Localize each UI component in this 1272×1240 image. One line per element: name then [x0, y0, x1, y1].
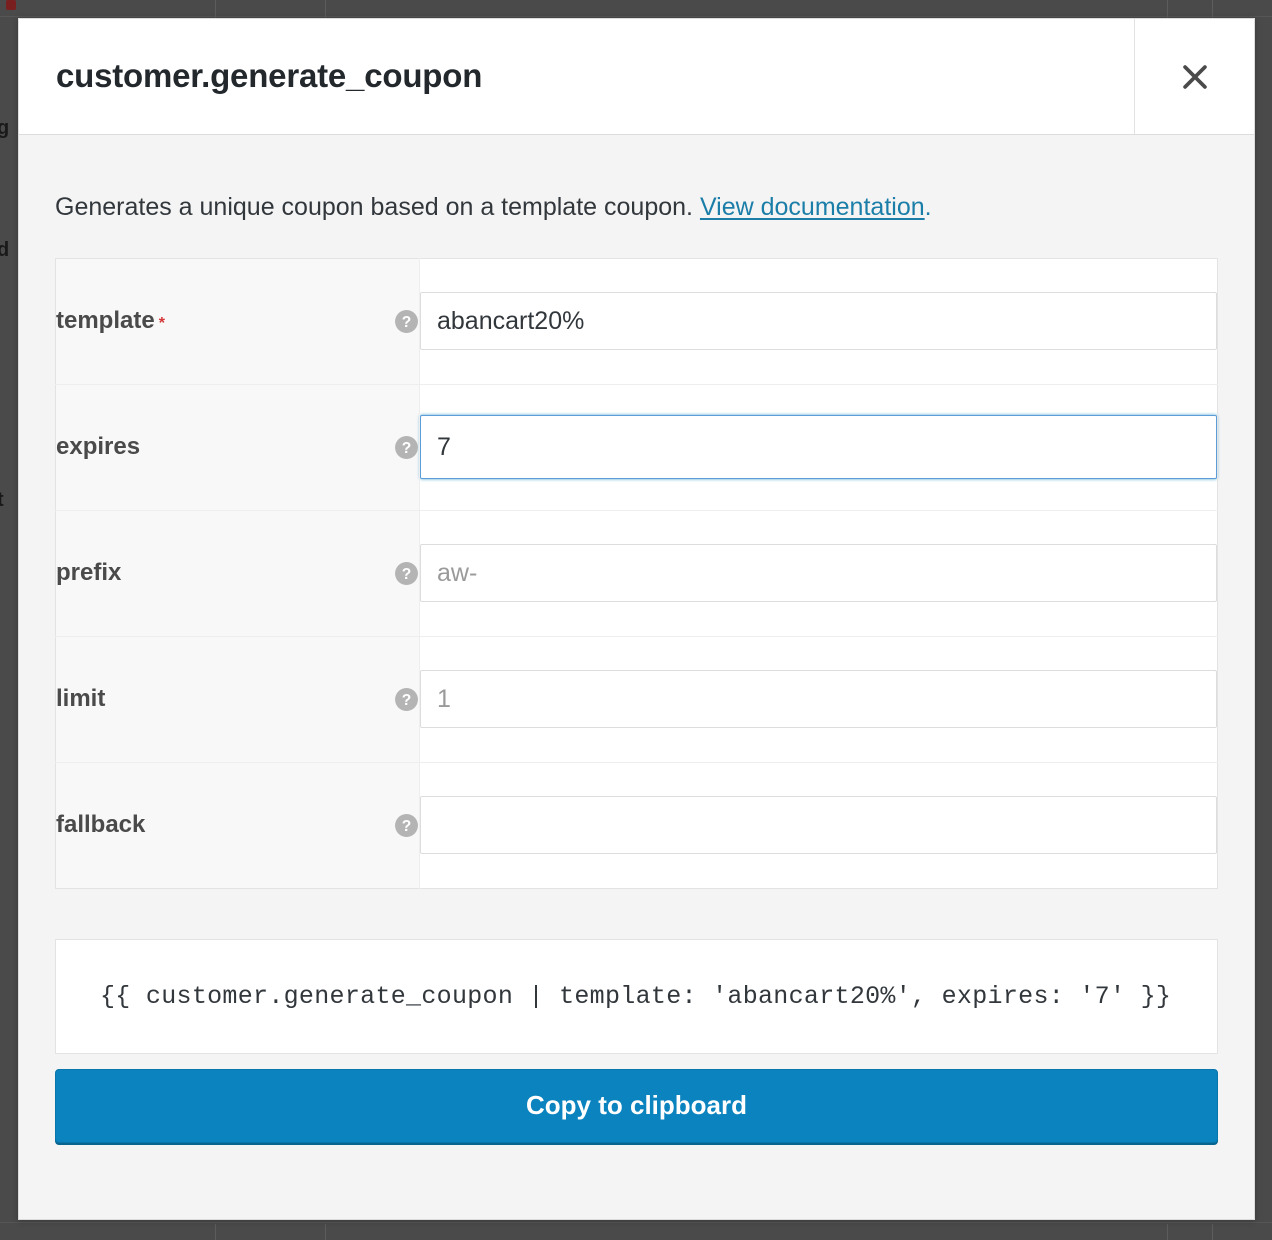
svg-text:?: ?	[402, 817, 412, 834]
backdrop-divider	[1167, 0, 1168, 18]
param-label-template: template	[56, 307, 155, 334]
param-input-cell-fallback	[420, 762, 1218, 888]
backdrop-divider	[325, 1224, 326, 1240]
svg-text:?: ?	[402, 691, 412, 708]
backdrop-divider	[1167, 1224, 1168, 1240]
backdrop-divider	[1212, 1224, 1213, 1240]
param-label-limit: limit	[56, 685, 105, 712]
param-label-cell-fallback: fallback ?	[56, 762, 420, 888]
description-text: Generates a unique coupon based on a tem…	[55, 193, 693, 221]
table-row: expires ?	[56, 384, 1218, 510]
backdrop-divider	[1212, 0, 1213, 18]
table-row: prefix ?	[56, 510, 1218, 636]
param-label-cell-prefix: prefix ?	[56, 510, 420, 636]
backdrop-text-fragment: d	[0, 240, 9, 260]
backdrop-text-fragment: t	[0, 490, 4, 510]
help-icon[interactable]: ?	[394, 435, 419, 460]
svg-text:?: ?	[402, 313, 412, 330]
copy-to-clipboard-button[interactable]: Copy to clipboard	[55, 1069, 1218, 1143]
param-label-expires: expires	[56, 433, 140, 460]
description-period: .	[925, 193, 932, 221]
help-icon[interactable]: ?	[394, 309, 419, 334]
backdrop-divider	[215, 1224, 216, 1240]
backdrop-divider	[215, 0, 216, 18]
svg-text:?: ?	[402, 439, 412, 456]
view-documentation-link[interactable]: View documentation	[700, 193, 925, 221]
param-input-cell-limit	[420, 636, 1218, 762]
backdrop-divider	[0, 1222, 1272, 1223]
close-button[interactable]	[1134, 19, 1254, 134]
param-input-cell-expires	[420, 384, 1218, 510]
generate-coupon-modal: customer.generate_coupon Generates a uni…	[18, 18, 1255, 1220]
template-input[interactable]	[420, 292, 1217, 350]
param-input-cell-template	[420, 258, 1218, 384]
expires-input[interactable]	[420, 415, 1217, 479]
param-label-cell-expires: expires ?	[56, 384, 420, 510]
table-row: limit ?	[56, 636, 1218, 762]
table-row: fallback ?	[56, 762, 1218, 888]
param-label-cell-template: template* ?	[56, 258, 420, 384]
help-icon[interactable]: ?	[394, 813, 419, 838]
modal-header: customer.generate_coupon	[19, 19, 1254, 135]
backdrop-divider	[325, 0, 326, 18]
code-preview-text: {{ customer.generate_coupon | template: …	[100, 982, 1171, 1011]
fallback-input[interactable]	[420, 796, 1217, 854]
modal-body: Generates a unique coupon based on a tem…	[19, 135, 1254, 1219]
modal-description: Generates a unique coupon based on a tem…	[55, 135, 1218, 258]
param-label-fallback: fallback	[56, 811, 145, 838]
modal-title-wrap: customer.generate_coupon	[19, 19, 1134, 134]
code-preview-box: {{ customer.generate_coupon | template: …	[55, 939, 1218, 1054]
param-label-prefix: prefix	[56, 559, 121, 586]
backdrop-text-fragment: g	[0, 118, 9, 138]
backdrop-marker	[6, 0, 16, 10]
param-input-cell-prefix	[420, 510, 1218, 636]
svg-text:?: ?	[402, 565, 412, 582]
help-icon[interactable]: ?	[394, 687, 419, 712]
page-title: customer.generate_coupon	[56, 58, 482, 94]
prefix-input[interactable]	[420, 544, 1217, 602]
parameters-table: template* ?	[55, 258, 1218, 889]
limit-input[interactable]	[420, 670, 1217, 728]
close-icon	[1178, 60, 1212, 94]
param-label-cell-limit: limit ?	[56, 636, 420, 762]
table-row: template* ?	[56, 258, 1218, 384]
backdrop-divider	[0, 16, 1272, 17]
required-marker: *	[159, 315, 165, 332]
help-icon[interactable]: ?	[394, 561, 419, 586]
